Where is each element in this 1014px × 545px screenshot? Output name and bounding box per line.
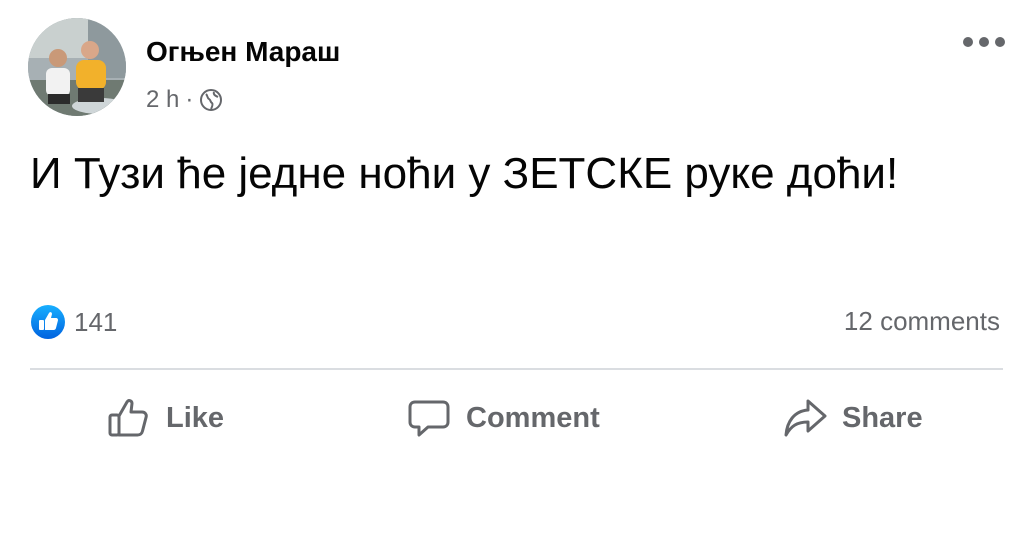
- post-timestamp[interactable]: 2 h: [146, 86, 179, 114]
- comments-count-link[interactable]: 12 comments: [844, 306, 1000, 337]
- post-card: Огњен Мараш 2 h · И Тузи ће једне ноћи у…: [0, 0, 1014, 455]
- more-dots-icon: [963, 37, 1005, 47]
- author-name[interactable]: Огњен Мараш: [146, 36, 340, 68]
- divider: [30, 368, 1003, 370]
- like-reaction-icon: [30, 304, 66, 340]
- post-text: И Тузи ће једне ноћи у ЗЕТСКЕ руке доћи!: [30, 149, 899, 198]
- thumbs-up-icon: [108, 399, 148, 437]
- share-button[interactable]: Share: [782, 385, 923, 451]
- share-arrow-icon: [784, 399, 827, 437]
- post-meta: 2 h ·: [146, 86, 223, 114]
- like-button[interactable]: Like: [106, 385, 224, 451]
- more-options-button[interactable]: [960, 28, 1008, 56]
- like-button-label: Like: [166, 401, 225, 434]
- globe-icon[interactable]: [199, 88, 223, 112]
- reaction-count: 141: [74, 306, 118, 337]
- author-avatar[interactable]: [28, 18, 126, 116]
- reactions-summary[interactable]: 141: [30, 304, 117, 340]
- comment-button[interactable]: Comment: [406, 385, 600, 451]
- share-button-label: Share: [842, 401, 923, 434]
- comment-bubble-icon: [408, 400, 450, 437]
- avatar-photo-icon: [28, 18, 126, 116]
- comment-button-label: Comment: [466, 401, 600, 434]
- meta-separator: ·: [185, 86, 194, 113]
- action-bar: Like Comment Share: [0, 385, 1014, 451]
